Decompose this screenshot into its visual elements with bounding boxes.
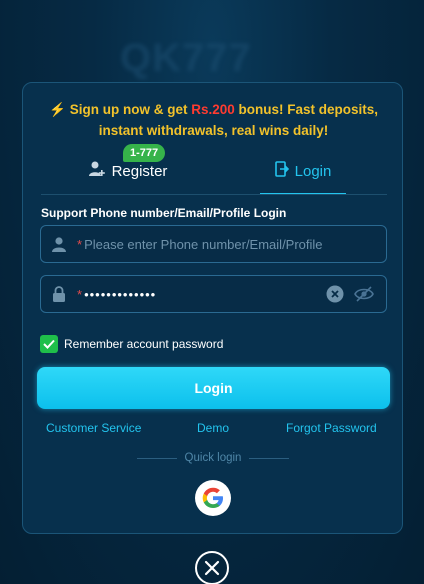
remember-password[interactable]: Remember account password [40,335,223,353]
auth-tabs: Register 1-777 Login [41,144,387,195]
promo-line1-post: bonus! Fast deposits, [234,102,379,117]
footer-links: Customer Service Demo Forgot Password [23,421,404,437]
login-door-icon [274,161,289,181]
tabs-divider [41,194,387,195]
close-icon [204,560,220,576]
customer-service-link[interactable]: Customer Service [46,421,141,435]
lightning-icon: ⚡ [48,102,66,117]
check-icon [43,339,55,349]
account-field[interactable]: * [40,225,387,263]
close-modal-button[interactable] [195,551,229,584]
account-input[interactable] [84,236,386,252]
login-modal: ⚡ Sign up now & get Rs.200 bonus! Fast de… [22,82,403,534]
password-input[interactable]: ••••••••••••• [84,287,324,302]
required-mark: * [77,286,83,302]
forgot-password-link[interactable]: Forgot Password [286,421,377,435]
promo-bonus-amount: Rs.200 [191,102,235,117]
promo-banner: ⚡ Sign up now & get Rs.200 bonus! Fast de… [23,99,404,141]
lock-icon [41,286,77,302]
quick-login-divider: Quick login [133,451,293,465]
toggle-password-visibility[interactable] [352,283,376,305]
register-badge: 1-777 [123,144,166,162]
promo-line1-pre: Sign up now & get [69,102,192,117]
promo-line2: instant withdrawals, real wins daily! [98,123,329,138]
clear-icon [326,285,344,303]
google-icon [202,487,223,508]
divider-line [249,457,290,459]
login-button[interactable]: Login [37,367,390,409]
google-login-button[interactable] [195,480,231,516]
background-logo: QK777 [120,36,252,80]
form-label: Support Phone number/Email/Profile Login [41,206,287,220]
eye-off-icon [354,286,374,302]
tab-login-label: Login [294,162,332,180]
required-mark: * [77,236,83,252]
tab-login[interactable]: Login [260,147,346,195]
remember-checkbox[interactable] [40,335,58,353]
remember-label: Remember account password [64,337,224,351]
tab-register-label: Register [111,162,168,180]
demo-link[interactable]: Demo [197,421,229,435]
quick-login-label: Quick login [184,452,242,464]
add-user-icon [88,160,106,182]
user-icon [41,236,77,252]
clear-password-button[interactable] [324,283,346,305]
password-field[interactable]: * ••••••••••••• [40,275,387,313]
divider-line [136,457,177,459]
